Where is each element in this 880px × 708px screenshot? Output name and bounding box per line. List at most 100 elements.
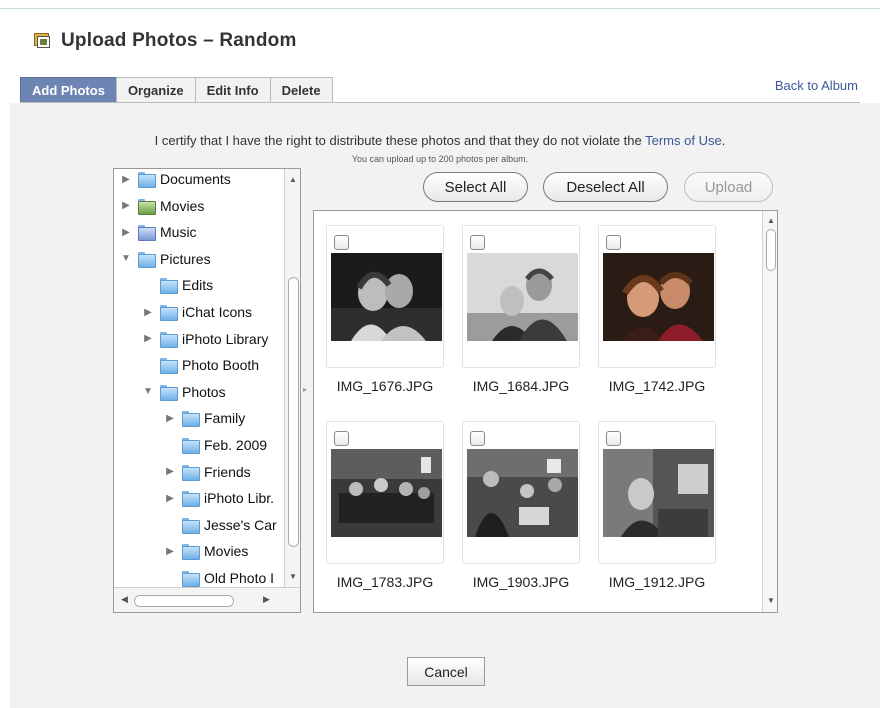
folder-browser[interactable]: ▶ Documents ▶ Movies ▶ Music ▼ Pictures Edits ▶ iC… [113, 168, 301, 613]
tree-item[interactable]: Photo Booth [142, 354, 259, 376]
tab-organize[interactable]: Organize [115, 77, 196, 103]
photo-tile[interactable] [462, 225, 580, 368]
photo-checkbox[interactable] [606, 431, 621, 446]
expand-arrow-icon[interactable]: ▶ [164, 546, 176, 557]
tab-delete[interactable]: Delete [269, 77, 333, 103]
photo-filename: IMG_1742.JPG [608, 378, 706, 394]
tab-add-photos[interactable]: Add Photos [20, 77, 117, 103]
folder-tree-vertical-scrollbar[interactable]: ▲ ▼ [284, 169, 300, 587]
tree-item-label: Old Photo I [204, 570, 275, 586]
scroll-up-arrow-icon[interactable]: ▲ [767, 216, 775, 225]
scrollbar-thumb[interactable] [766, 229, 776, 271]
collapse-arrow-icon[interactable]: ▼ [120, 253, 132, 264]
tree-item[interactable]: ▶ Family [164, 407, 245, 429]
tree-item[interactable]: ▶ Documents [120, 169, 231, 190]
upload-button[interactable]: Upload [684, 172, 773, 202]
expand-arrow-icon[interactable]: ▶ [142, 307, 154, 318]
expand-arrow-icon[interactable]: ▶ [164, 493, 176, 504]
folder-icon [182, 491, 200, 508]
photo-filename: IMG_1676.JPG [336, 378, 434, 394]
folder-tree-horizontal-scrollbar[interactable]: ◀ ▶ [114, 587, 300, 612]
folder-icon [182, 464, 200, 481]
photo-checkbox[interactable] [334, 235, 349, 250]
tree-item[interactable]: ▶ Friends [164, 461, 251, 483]
upload-limit-note: You can upload up to 200 photos per albu… [351, 154, 529, 164]
tree-item-label: Pictures [160, 250, 211, 267]
tree-item[interactable]: Jesse's Car [164, 514, 277, 536]
tree-item[interactable]: Old Photo I [164, 567, 274, 587]
photo-thumbnail [603, 253, 714, 341]
tree-item[interactable]: Feb. 2009 [164, 434, 267, 456]
tree-item-label: Edits [182, 277, 214, 294]
folder-icon [182, 571, 200, 587]
tree-item[interactable]: ▼ Photos [142, 381, 226, 403]
folder-icon [160, 278, 178, 295]
photo-thumbnail [331, 449, 442, 537]
tree-item[interactable]: ▶ Movies [164, 540, 248, 562]
scrollbar-thumb[interactable] [288, 277, 299, 547]
photo-filename: IMG_1912.JPG [608, 574, 706, 590]
expand-arrow-icon[interactable]: ▶ [164, 466, 176, 477]
tab-bar: Add Photos Organize Edit Info Delete [20, 77, 333, 103]
folder-icon [160, 384, 178, 401]
tree-item-label: iChat Icons [182, 304, 253, 320]
photo-grid: IMG_1676.JPG IMG_1684.JPG IMG_1742.JPG I… [313, 210, 778, 613]
documents-folder-icon [138, 172, 156, 188]
expand-arrow-icon[interactable]: ▶ [120, 227, 132, 238]
photo-filename: IMG_1903.JPG [472, 574, 570, 590]
photo-tile[interactable] [462, 421, 580, 564]
tree-item-label: iPhoto Library [182, 330, 269, 347]
back-to-album-link[interactable]: Back to Album [775, 78, 858, 93]
tree-item-label: Movies [160, 197, 205, 214]
photo-tile[interactable] [326, 421, 444, 564]
tree-item[interactable]: ▶ iPhoto Libr. [164, 487, 274, 509]
tree-item[interactable]: Edits [142, 274, 213, 296]
collapse-arrow-icon[interactable]: ▼ [142, 386, 154, 397]
folder-tree: ▶ Documents ▶ Movies ▶ Music ▼ Pictures Edits ▶ iC… [114, 169, 284, 587]
scroll-down-arrow-icon[interactable]: ▼ [289, 572, 297, 581]
photo-thumbnail [331, 253, 442, 341]
folder-icon [182, 544, 200, 561]
select-all-button[interactable]: Select All [423, 172, 528, 202]
photo-filename: IMG_1783.JPG [336, 574, 434, 590]
scroll-left-arrow-icon[interactable]: ◀ [121, 594, 128, 605]
photo-checkbox[interactable] [606, 235, 621, 250]
tree-item[interactable]: ▶ iChat Icons [142, 301, 252, 323]
scrollbar-thumb[interactable] [134, 595, 234, 607]
expand-arrow-icon[interactable]: ▶ [120, 200, 132, 211]
photo-thumbnail [603, 449, 714, 537]
tree-item-label: Documents [160, 171, 231, 187]
tree-item-label: iPhoto Libr. [204, 490, 275, 507]
tree-item-label: Friends [204, 463, 251, 480]
scroll-down-arrow-icon[interactable]: ▼ [767, 596, 775, 605]
photo-thumbnail [467, 449, 578, 537]
expand-arrow-icon[interactable]: ▶ [120, 174, 132, 185]
pictures-folder-icon [138, 251, 156, 268]
scroll-up-arrow-icon[interactable]: ▲ [289, 175, 297, 184]
folder-icon [160, 358, 178, 375]
tab-edit-info[interactable]: Edit Info [194, 77, 271, 103]
photo-checkbox[interactable] [470, 235, 485, 250]
expand-arrow-icon[interactable]: ▶ [142, 333, 154, 344]
photo-checkbox[interactable] [334, 431, 349, 446]
photo-tile[interactable] [326, 225, 444, 368]
cancel-button[interactable]: Cancel [407, 657, 485, 686]
photo-filename: IMG_1684.JPG [472, 378, 570, 394]
tree-item[interactable]: ▼ Pictures [120, 248, 211, 270]
tree-item[interactable]: ▶ Music [120, 221, 197, 243]
tree-item-label: Jesse's Car [204, 516, 277, 533]
scroll-right-arrow-icon[interactable]: ▶ [263, 594, 270, 605]
page-header: Upload Photos – Random [34, 30, 297, 52]
tree-item[interactable]: ▶ Movies [120, 195, 204, 217]
deselect-all-button[interactable]: Deselect All [543, 172, 668, 202]
expand-arrow-icon[interactable]: ▶ [164, 413, 176, 424]
tree-item[interactable]: ▶ iPhoto Library [142, 328, 268, 350]
photo-grid-scrollbar[interactable]: ▲ ▼ [762, 211, 777, 612]
top-border [0, 8, 880, 9]
photo-tile[interactable] [598, 225, 716, 368]
terms-of-use-link[interactable]: Terms of Use [645, 133, 722, 148]
photo-checkbox[interactable] [470, 431, 485, 446]
splitter-handle-icon[interactable]: ▸ [303, 385, 307, 394]
tree-item-label: Photos [182, 383, 226, 400]
photo-tile[interactable] [598, 421, 716, 564]
